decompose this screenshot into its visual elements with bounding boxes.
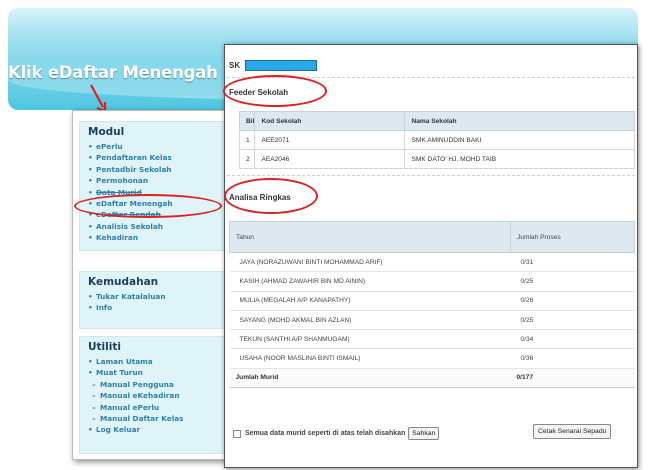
class-name: SAYANG (MOHD AKMAL BIN AZLAN)	[229, 310, 511, 331]
kemudahan-box: Kemudahan • Tukar Katalaluan • Info	[79, 271, 227, 329]
school-name-field	[245, 60, 317, 71]
menu-item-muat-turun[interactable]: • Muat Turun	[88, 367, 218, 378]
cell: AEE2071	[254, 130, 406, 150]
menu-item-laman-utama[interactable]: • Laman Utama	[88, 356, 218, 367]
analisa-table: Tahun Jumlah Proses JAYA (NORAZUWANI BIN…	[229, 221, 635, 389]
cell: 2	[238, 149, 256, 169]
sk-label: SK	[229, 61, 241, 70]
kemudahan-title: Kemudahan	[88, 276, 159, 288]
menu-subitem-manual-ekehadiran[interactable]: – Manual eKehadiran	[88, 390, 218, 401]
total-value: 0/177	[510, 368, 635, 389]
table-row: KASIH (AHMAD ZAWAHIR BIN MD AININ) 0/25	[229, 271, 635, 292]
cetak-senarai-button[interactable]: Cetak Senarai Sepadu	[533, 424, 612, 439]
class-name: MULIA (MEGALAH A/P KANAPATHY)	[229, 291, 511, 311]
process-count: 0/36	[510, 348, 635, 369]
divider	[227, 175, 635, 176]
total-label: Jumlah Murid	[229, 368, 511, 389]
menu-item-kehadiran[interactable]: • Kehadiran	[88, 232, 218, 243]
feeder-table: Bil Kod Sekolah Nama Sekolah 1 AEE2071 S…	[238, 111, 635, 169]
main-panel: SK Feeder Sekolah Bil Kod Sekolah Nama S…	[224, 44, 638, 468]
highlight-ring-edaftar	[74, 194, 222, 218]
table-header-row: Tahun Jumlah Proses	[229, 221, 635, 253]
col-nama-sekolah: Nama Sekolah	[404, 111, 635, 131]
process-count: 0/25	[510, 271, 635, 292]
class-name: TEKUN (SANTHI A/P SHANMUGAM)	[229, 329, 511, 350]
menu-item-pendaftaran-kelas[interactable]: • Pendaftaran Kelas	[88, 152, 218, 163]
menu-subitem-manual-eperlu[interactable]: – Manual ePerlu	[88, 402, 218, 413]
red-arrow-icon	[90, 84, 107, 113]
menu-item-pentadbir-sekolah[interactable]: • Pentadbir Sekolah	[88, 164, 218, 175]
process-count: 0/34	[510, 329, 635, 350]
col-bil: Bil	[238, 111, 256, 131]
table-row: SAYANG (MOHD AKMAL BIN AZLAN) 0/25	[229, 310, 635, 331]
utiliti-box: Utiliti • Laman Utama • Muat Turun – Manual…	[79, 336, 227, 454]
menu-item-info[interactable]: • Info	[88, 302, 218, 313]
highlight-ring-analisa	[224, 178, 318, 214]
class-name: USAHA (NOOR MASLINA BINTI ISMAIL)	[229, 348, 511, 369]
modul-box: Modul • ePerlu • Pendaftaran Kelas • Pentad…	[79, 121, 227, 251]
col-tahun: Tahun	[229, 221, 511, 253]
menu-item-eperlu[interactable]: • ePerlu	[88, 141, 218, 152]
highlight-ring-feeder	[223, 75, 327, 107]
table-row: MULIA (MEGALAH A/P KANAPATHY) 0/26	[229, 291, 635, 311]
class-name: KASIH (AHMAD ZAWAHIR BIN MD AININ)	[229, 271, 511, 292]
cell: SMK AMINUDDIN BAKI	[404, 130, 635, 150]
confirm-text: Semua data murid seperti di atas telah d…	[245, 430, 406, 437]
menu-subitem-manual-pengguna[interactable]: – Manual Pengguna	[88, 379, 218, 390]
table-row: 2 AEA2046 SMK DATO' HJ. MOHD TAIB	[238, 149, 635, 169]
process-count: 0/26	[510, 291, 635, 311]
menu-panel: Modul • ePerlu • Pendaftaran Kelas • Pentad…	[72, 110, 232, 460]
menu-item-log-keluar[interactable]: • Log Keluar	[88, 424, 218, 435]
callout-text: Klik eDaftar Menengah	[8, 63, 218, 82]
menu-item-tukar-katalaluan[interactable]: • Tukar Katalaluan	[88, 291, 218, 302]
col-jumlah-proses: Jumlah Proses	[510, 221, 635, 253]
class-name: JAYA (NORAZUWANI BINTI MOHAMMAD ARIF)	[229, 252, 511, 273]
process-count: 0/25	[510, 310, 635, 331]
table-row: USAHA (NOOR MASLINA BINTI ISMAIL) 0/36	[229, 348, 635, 369]
process-count: 0/31	[510, 252, 635, 273]
table-row: TEKUN (SANTHI A/P SHANMUGAM) 0/34	[229, 329, 635, 350]
menu-subitem-manual-daftar-kelas[interactable]: – Manual Daftar Kelas	[88, 413, 218, 424]
cell: AEA2046	[254, 149, 406, 169]
confirm-row: Semua data murid seperti di atas telah d…	[233, 427, 440, 440]
menu-item-permohonan[interactable]: • Permohonan	[88, 175, 218, 186]
sk-row: SK	[229, 60, 317, 71]
total-row: Jumlah Murid 0/177	[229, 368, 635, 389]
sahkan-button[interactable]: Sahkan	[408, 427, 440, 440]
cell: SMK DATO' HJ. MOHD TAIB	[404, 149, 635, 169]
cell: 1	[238, 130, 256, 150]
table-header-row: Bil Kod Sekolah Nama Sekolah	[238, 111, 635, 131]
modul-title: Modul	[88, 126, 125, 138]
table-row: JAYA (NORAZUWANI BINTI MOHAMMAD ARIF) 0/3…	[229, 252, 635, 273]
utiliti-title: Utiliti	[88, 341, 121, 353]
confirm-checkbox[interactable]	[233, 429, 241, 438]
col-kod-sekolah: Kod Sekolah	[254, 111, 406, 131]
table-row: 1 AEE2071 SMK AMINUDDIN BAKI	[238, 130, 635, 150]
menu-item-analisis-sekolah[interactable]: • Analisis Sekolah	[88, 221, 218, 232]
